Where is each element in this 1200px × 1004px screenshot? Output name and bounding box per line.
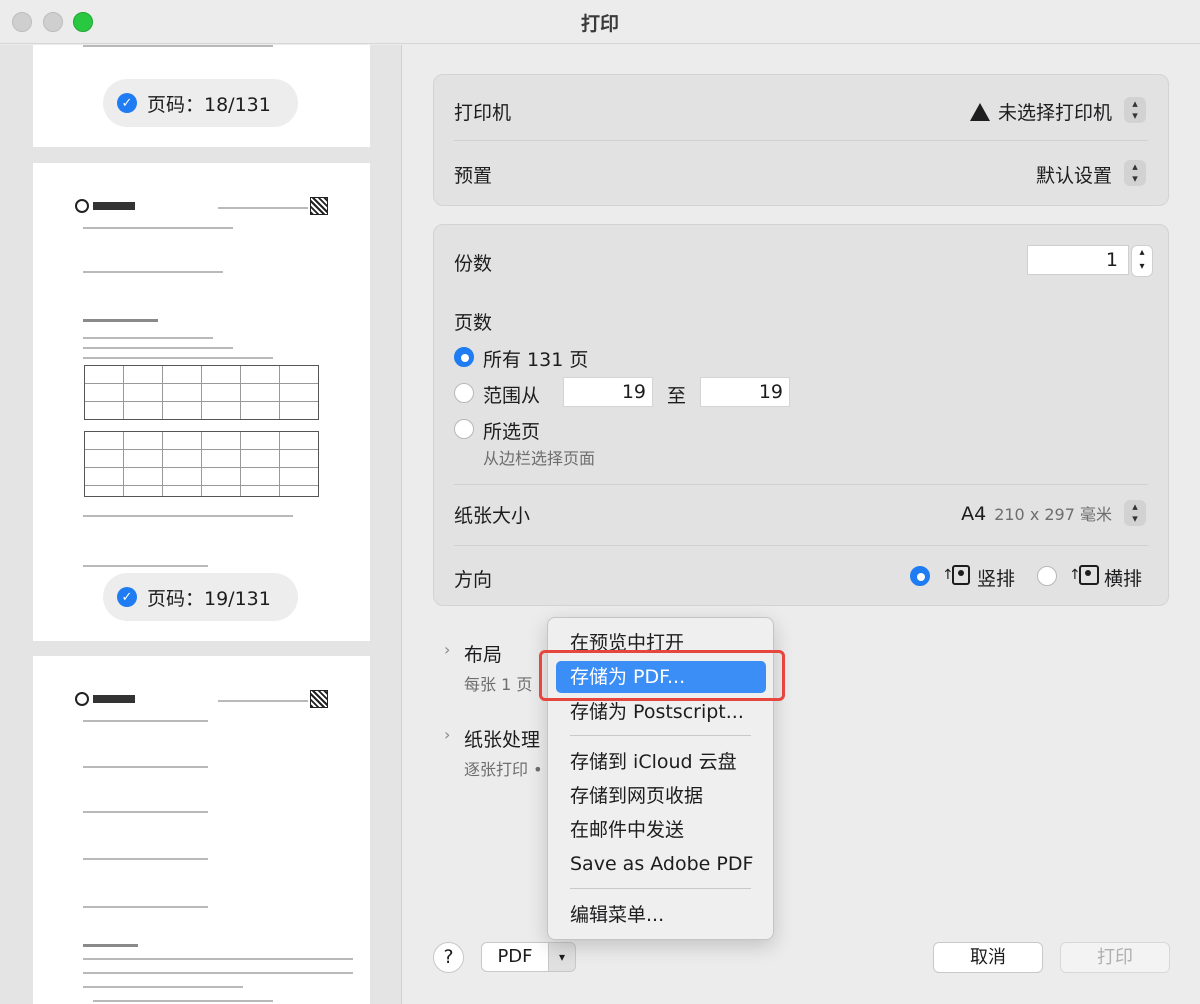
paper-handling-section-title[interactable]: 纸张处理: [464, 725, 540, 752]
paper-handling-disclosure-chevron-icon[interactable]: ›: [444, 725, 450, 744]
paper-size-select[interactable]: A4 210 x 297 毫米: [961, 501, 1112, 525]
range-radio[interactable]: [454, 383, 474, 403]
menu-item-save-to-icloud[interactable]: 存储到 iCloud 云盘: [556, 746, 766, 778]
paper-dimensions: 210 x 297 毫米: [994, 505, 1112, 524]
preset-value[interactable]: 默认设置: [1036, 161, 1112, 188]
menu-item-save-as-adobe-pdf[interactable]: Save as Adobe PDF: [556, 848, 766, 880]
range-to-label: 至: [667, 385, 687, 407]
printer-select[interactable]: 未选择打印机: [969, 98, 1112, 125]
window-title: 打印: [580, 13, 619, 35]
layout-section-title[interactable]: 布局: [464, 640, 502, 667]
portrait-radio[interactable]: [910, 566, 930, 586]
data-table-image: [84, 365, 319, 420]
print-button[interactable]: 打印: [1060, 942, 1170, 973]
printer-panel: 打印机 未选择打印机 ▴ ▾ 预置 默认设置 ▴ ▾: [433, 74, 1169, 206]
range-label: 范围从: [483, 385, 541, 407]
paper-size-label: 纸张大小: [454, 505, 531, 527]
title-bar: 打印: [0, 0, 1200, 44]
page-thumbnail-19[interactable]: [33, 163, 370, 641]
layout-disclosure-chevron-icon[interactable]: ›: [444, 640, 450, 659]
checkmark-icon[interactable]: ✓: [117, 93, 137, 113]
page-indicator-19[interactable]: ✓ 页码：19/131: [103, 573, 298, 621]
all-pages-label: 所有 131 页: [483, 349, 589, 371]
highlight-annotation-box: [539, 650, 785, 701]
page-number-label: 页码：18/131: [147, 93, 271, 116]
menu-item-save-web-receipt[interactable]: 存储到网页收据: [556, 780, 766, 812]
publisher-logo: [75, 692, 145, 706]
preset-popup-chevron-icon[interactable]: ▴ ▾: [1124, 160, 1146, 186]
qr-code-icon: [310, 197, 328, 215]
preset-label: 预置: [454, 165, 493, 187]
qr-code-icon: [310, 690, 328, 708]
portrait-page-icon: [952, 565, 970, 585]
page-number-label: 页码：19/131: [147, 587, 271, 610]
landscape-page-icon: [1079, 565, 1099, 585]
landscape-radio[interactable]: [1037, 566, 1057, 586]
paper-size-value: A4: [961, 503, 987, 525]
portrait-label: 竖排: [977, 568, 1016, 590]
publisher-logo: [75, 199, 145, 213]
range-from-field[interactable]: 19: [563, 377, 653, 407]
data-table-image: [84, 431, 319, 497]
menu-item-send-in-mail[interactable]: 在邮件中发送: [556, 814, 766, 846]
warning-icon: [969, 103, 990, 121]
printer-popup-chevron-icon[interactable]: ▴ ▾: [1124, 97, 1146, 123]
copies-stepper[interactable]: ▴ ▾: [1131, 245, 1153, 277]
landscape-label: 横排: [1104, 568, 1143, 590]
selected-pages-label: 所选页: [483, 421, 541, 443]
paper-size-chevron-icon[interactable]: ▴ ▾: [1124, 500, 1146, 526]
page-indicator-18[interactable]: ✓ 页码：18/131: [103, 79, 298, 127]
cancel-button[interactable]: 取消: [933, 942, 1043, 973]
all-pages-radio[interactable]: [454, 347, 474, 367]
paper-handling-section-summary: 逐张打印 •: [464, 760, 543, 779]
copies-label: 份数: [454, 253, 493, 275]
page-thumbnail-20[interactable]: [33, 656, 370, 1004]
range-to-field[interactable]: 19: [700, 377, 790, 407]
pdf-menu-chevron-down-icon[interactable]: ▾: [548, 942, 576, 972]
selected-pages-hint: 从边栏选择页面: [483, 449, 596, 468]
help-button[interactable]: ?: [433, 942, 464, 973]
pages-label: 页数: [454, 312, 493, 334]
printer-label: 打印机: [454, 102, 512, 124]
menu-item-edit-menu[interactable]: 编辑菜单...: [556, 899, 766, 931]
orientation-label: 方向: [454, 569, 493, 591]
copies-field[interactable]: 1: [1027, 245, 1129, 275]
checkmark-icon[interactable]: ✓: [117, 587, 137, 607]
layout-section-summary: 每张 1 页: [464, 675, 533, 694]
printer-value: 未选择打印机: [997, 102, 1112, 124]
selected-pages-radio[interactable]: [454, 419, 474, 439]
print-options-panel: 份数 1 ▴ ▾ 页数 所有 131 页 范围从 19 至 19 所选页 从边栏选…: [433, 224, 1169, 606]
pdf-button[interactable]: PDF: [481, 942, 549, 972]
page-thumbnail-sidebar[interactable]: ✓ 页码：18/131 ✓ 页码：19/131: [0, 45, 402, 1004]
